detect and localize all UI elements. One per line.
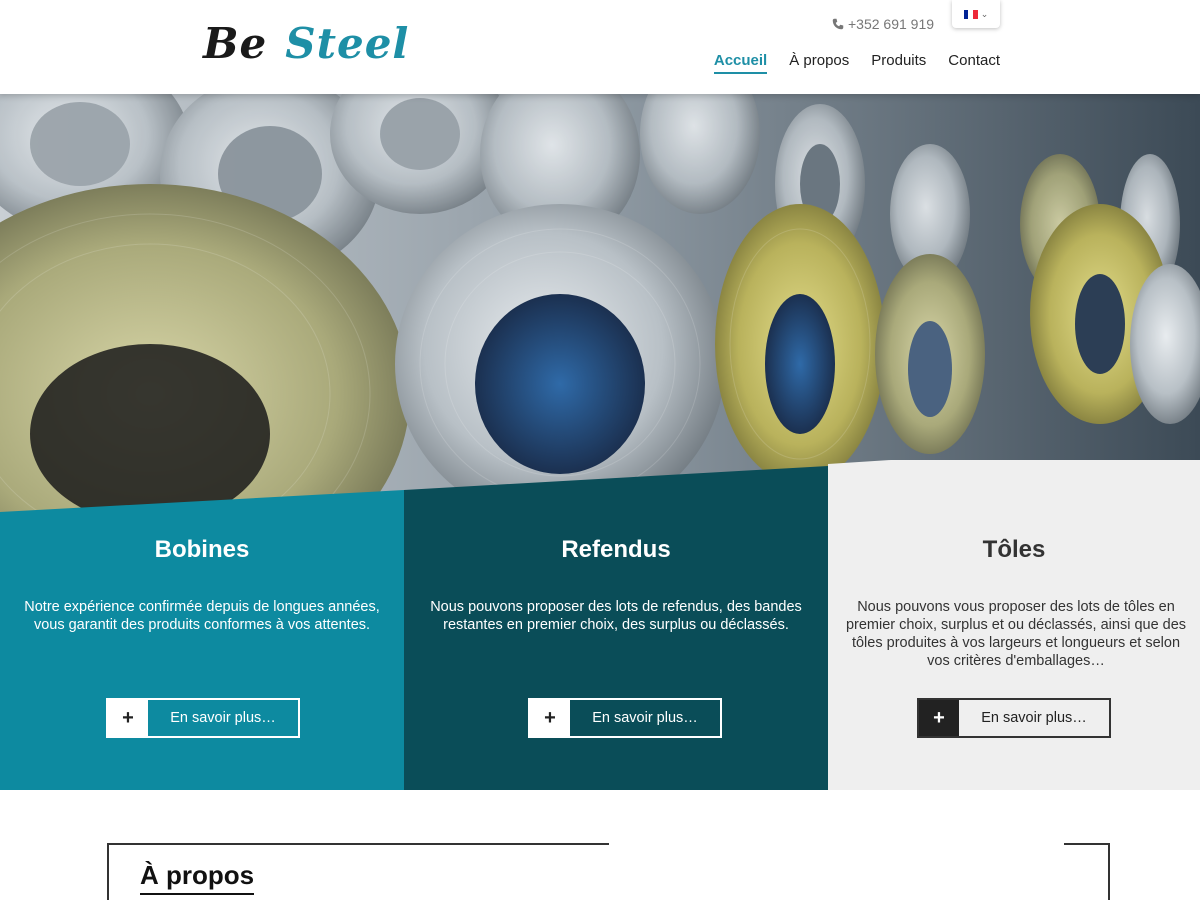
- en-savoir-plus-button[interactable]: + En savoir plus…: [106, 698, 300, 738]
- panel-title: Tôles: [982, 536, 1046, 563]
- frame-line: [107, 843, 609, 845]
- french-flag-icon: [963, 9, 978, 19]
- nav-item-accueil[interactable]: Accueil: [713, 52, 768, 74]
- phone-icon: [832, 18, 844, 30]
- language-selector[interactable]: ⌄: [952, 0, 1000, 28]
- plus-icon: +: [108, 700, 148, 736]
- panel-description: Nous pouvons proposer des lots de refend…: [430, 599, 802, 633]
- nav-item-a-propos[interactable]: À propos: [789, 52, 849, 74]
- about-section-title: À propos: [140, 860, 255, 895]
- main-nav: Accueil À propos Produits Contact: [713, 52, 1000, 74]
- phone-contact[interactable]: +352 691 919: [832, 16, 934, 32]
- about-section-frame: [107, 843, 1110, 900]
- logo-word-be: Be: [203, 19, 268, 68]
- en-savoir-plus-button[interactable]: + En savoir plus…: [528, 698, 722, 738]
- button-label: En savoir plus…: [592, 710, 698, 726]
- plus-icon: +: [530, 700, 570, 736]
- plus-icon: +: [919, 700, 959, 736]
- panel-refendus: Refendus Nous pouvons proposer des lots …: [404, 466, 828, 790]
- panel-description: Nous pouvons vous proposer des lots de t…: [845, 599, 1187, 669]
- en-savoir-plus-button[interactable]: + En savoir plus…: [917, 698, 1111, 738]
- button-label: En savoir plus…: [170, 710, 276, 726]
- frame-line: [1108, 843, 1110, 900]
- logo-word-steel: Steel: [285, 19, 410, 68]
- frame-line: [1064, 843, 1110, 845]
- nav-item-produits[interactable]: Produits: [871, 52, 926, 74]
- panel-bobines: Bobines Notre expérience confirmée depui…: [0, 490, 404, 790]
- panel-toles: Tôles Nous pouvons vous proposer des lot…: [828, 460, 1200, 790]
- panel-title: Refendus: [561, 536, 671, 563]
- site-header: Be Steel +352 691 919 ⌄ Accueil À propos …: [0, 0, 1200, 94]
- nav-item-contact[interactable]: Contact: [948, 52, 1000, 74]
- phone-number: +352 691 919: [848, 16, 935, 32]
- chevron-down-icon: ⌄: [980, 8, 989, 19]
- frame-line: [107, 843, 109, 900]
- brand-logo[interactable]: Be Steel: [203, 18, 409, 70]
- panel-title: Bobines: [154, 536, 250, 563]
- button-label: En savoir plus…: [981, 710, 1087, 726]
- panel-description: Notre expérience confirmée depuis de lon…: [24, 599, 380, 633]
